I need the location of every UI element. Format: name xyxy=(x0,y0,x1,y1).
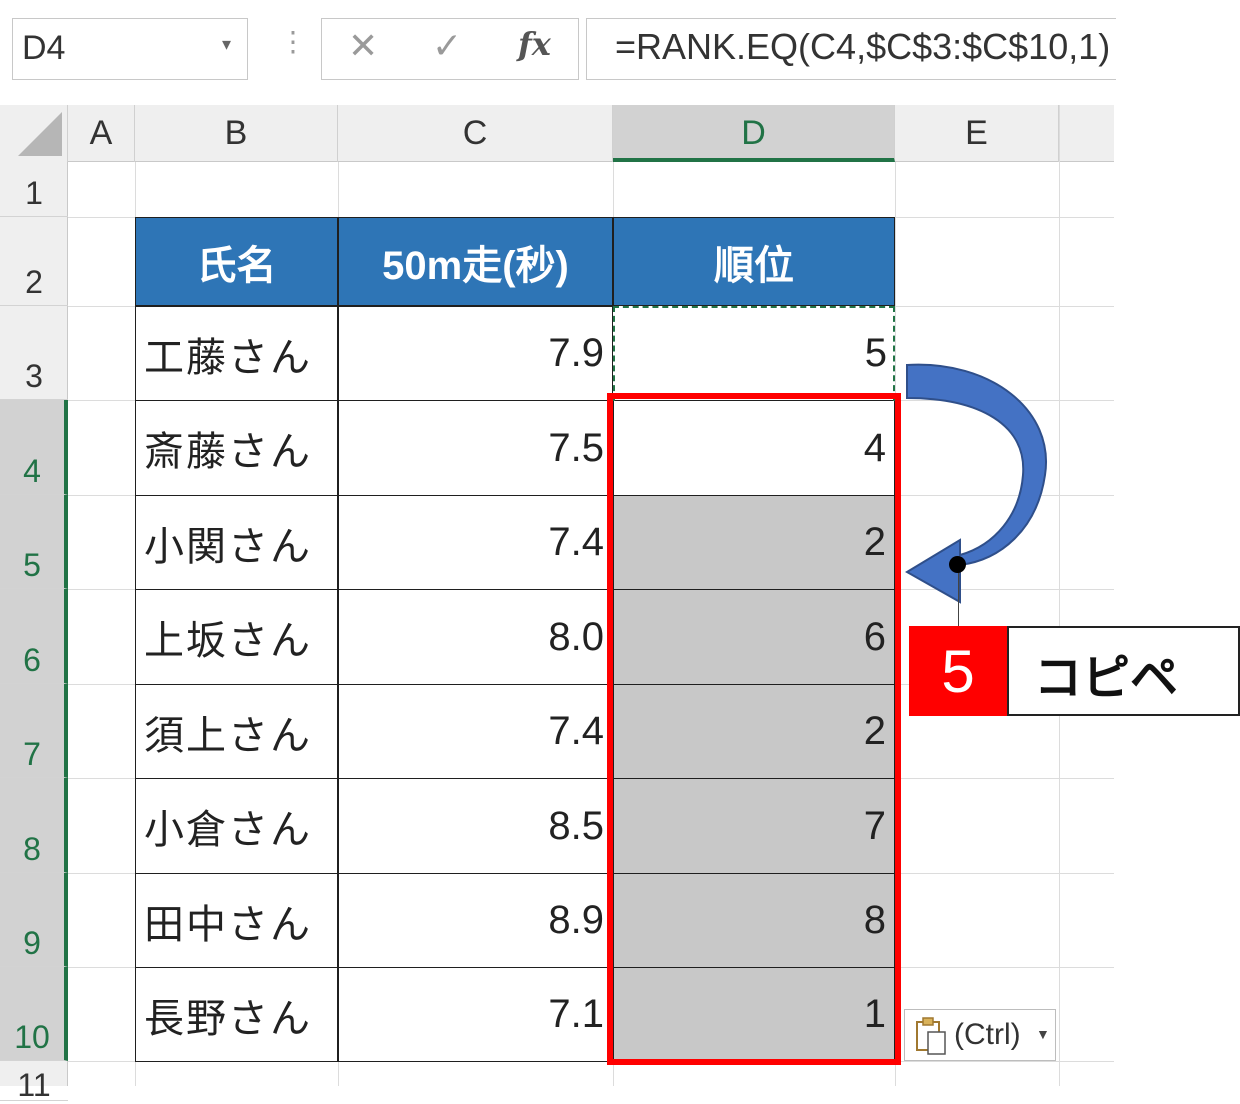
column-header-e[interactable]: E xyxy=(895,105,1059,162)
row-header-4[interactable]: 4 xyxy=(0,400,68,495)
cell-time[interactable]: 7.9 xyxy=(338,306,613,401)
row-header-8[interactable]: 8 xyxy=(0,778,68,873)
cell-time[interactable]: 7.5 xyxy=(338,400,613,496)
formula-text: =RANK.EQ(C4,$C$3:$C$10,1) xyxy=(615,26,1111,67)
cell-time[interactable]: 7.1 xyxy=(338,967,613,1062)
paste-options-label: (Ctrl) xyxy=(954,1018,1021,1051)
cell-name[interactable]: 小倉さん xyxy=(135,778,338,874)
cell-time[interactable]: 7.4 xyxy=(338,495,613,590)
column-header-d[interactable]: D xyxy=(613,105,895,162)
name-box-dropdown-icon[interactable]: ▾ xyxy=(222,34,231,55)
row-header-3[interactable]: 3 xyxy=(0,306,68,400)
cell-time[interactable]: 8.9 xyxy=(338,873,613,968)
cell-name[interactable]: 田中さん xyxy=(135,873,338,968)
cell-time[interactable]: 8.0 xyxy=(338,589,613,685)
row-header-2[interactable]: 2 xyxy=(0,217,68,306)
more-options-icon[interactable]: ⋮ xyxy=(279,28,307,56)
row-header-1[interactable]: 1 xyxy=(0,162,68,217)
cancel-icon[interactable]: ✕ xyxy=(348,25,378,67)
row-header-9[interactable]: 9 xyxy=(0,873,68,967)
cell-name[interactable]: 長野さん xyxy=(135,967,338,1062)
table-header-rank[interactable]: 順位 xyxy=(613,217,895,306)
cell-time[interactable]: 7.4 xyxy=(338,684,613,779)
cell-name[interactable]: 須上さん xyxy=(135,684,338,779)
copy-marquee xyxy=(613,306,895,401)
callout-pointer-line xyxy=(958,566,959,626)
curved-arrow-icon xyxy=(905,363,1048,604)
row-header-11[interactable]: 11 xyxy=(0,1061,68,1103)
step-label: コピペ xyxy=(1034,650,1179,706)
paste-range-highlight xyxy=(607,393,901,1065)
column-header-b[interactable]: B xyxy=(135,105,338,162)
table-header-time[interactable]: 50m走(秒) xyxy=(338,217,613,306)
chevron-down-icon[interactable]: ▼ xyxy=(1036,1026,1050,1042)
row-header-7[interactable]: 7 xyxy=(0,684,68,778)
column-header-a[interactable]: A xyxy=(68,105,135,162)
name-box-value: D4 xyxy=(22,29,66,67)
cell-name[interactable]: 上坂さん xyxy=(135,589,338,685)
insert-function-icon[interactable]: fx xyxy=(518,25,551,63)
enter-check-icon[interactable]: ✓ xyxy=(432,25,462,67)
clipboard-icon xyxy=(916,1017,946,1055)
callout-pointer-dot xyxy=(949,556,966,573)
table-header-name[interactable]: 氏名 xyxy=(135,217,338,306)
step-number-badge: 5 xyxy=(909,626,1007,716)
row-header-5[interactable]: 5 xyxy=(0,495,68,589)
column-header-c[interactable]: C xyxy=(338,105,613,162)
cell-name[interactable]: 工藤さん xyxy=(135,306,338,401)
cell-name[interactable]: 斎藤さん xyxy=(135,400,338,496)
cell-name[interactable]: 小関さん xyxy=(135,495,338,590)
row-header-6[interactable]: 6 xyxy=(0,589,68,684)
select-all-triangle-icon xyxy=(18,112,62,156)
row-header-10[interactable]: 10 xyxy=(0,967,68,1061)
cell-time[interactable]: 8.5 xyxy=(338,778,613,874)
